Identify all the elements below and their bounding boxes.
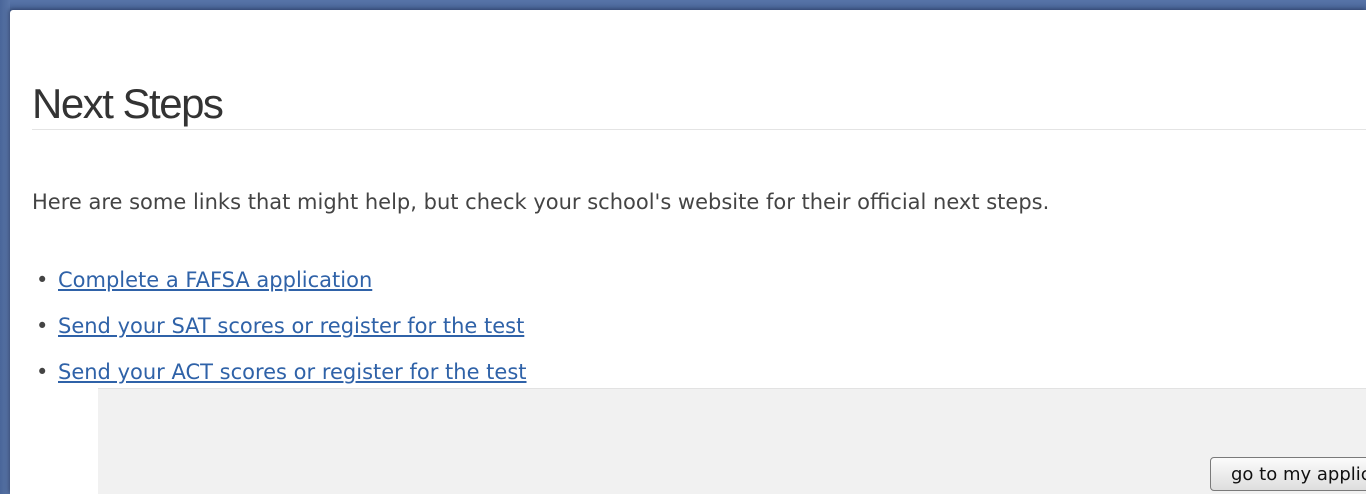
content-panel: Next Steps Here are some links that migh… [10,10,1366,494]
bullet-icon: • [36,360,49,384]
window-frame-left [0,0,10,494]
next-steps-list: • Complete a FAFSA application • Send yo… [32,265,527,403]
bullet-icon: • [36,314,49,338]
bullet-icon: • [36,268,49,292]
intro-text: Here are some links that might help, but… [32,190,1050,214]
footer-action-bar: go to my applications [98,388,1366,494]
list-item: • Complete a FAFSA application [32,265,527,311]
page-title: Next Steps [32,80,224,127]
sat-scores-link[interactable]: Send your SAT scores or register for the… [58,314,524,338]
fafsa-link[interactable]: Complete a FAFSA application [58,268,372,292]
window-frame-top [0,0,1366,10]
go-to-applications-button[interactable]: go to my applications [1210,457,1366,491]
act-scores-link[interactable]: Send your ACT scores or register for the… [58,360,527,384]
title-divider [32,129,1366,130]
list-item: • Send your SAT scores or register for t… [32,311,527,357]
